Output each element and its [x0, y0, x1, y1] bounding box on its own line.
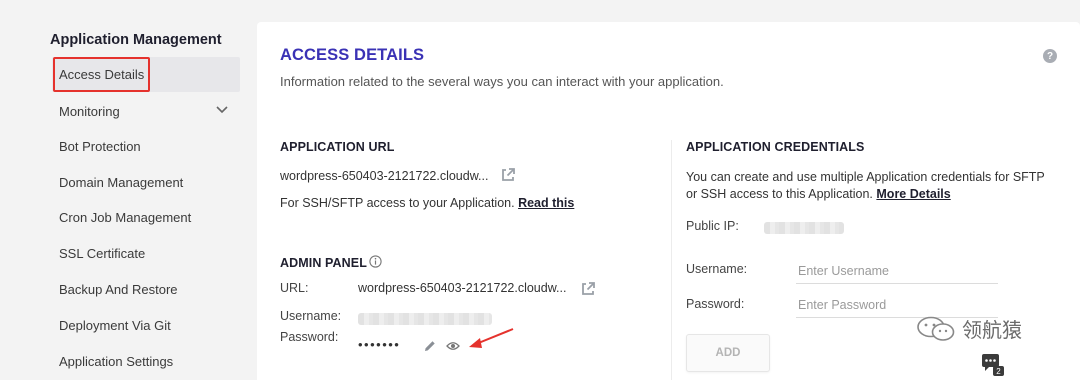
external-link-icon[interactable] [580, 281, 596, 297]
sidebar-item-application-settings[interactable]: Application Settings [52, 344, 240, 379]
sidebar-item-bot-protection[interactable]: Bot Protection [52, 129, 240, 164]
sidebar-item-monitoring[interactable]: Monitoring [52, 94, 240, 129]
credentials-description-text: or SSH access to this Application. [686, 187, 873, 201]
eye-icon[interactable] [446, 341, 460, 351]
external-link-icon[interactable] [500, 167, 516, 183]
sidebar-item-label: Domain Management [59, 175, 184, 190]
admin-url-label: URL: [280, 281, 309, 295]
sidebar-item-label: Monitoring [59, 104, 120, 119]
read-this-link[interactable]: Read this [518, 196, 574, 210]
sidebar: Application Management Access Details Mo… [0, 0, 250, 380]
username-input[interactable] [796, 258, 998, 284]
sidebar-heading: Application Management [50, 32, 222, 48]
sidebar-item-label: Application Settings [59, 354, 174, 369]
column-divider [671, 140, 672, 380]
sidebar-item-label: Deployment Via Git [59, 318, 171, 333]
sidebar-item-cron-job-management[interactable]: Cron Job Management [52, 200, 240, 235]
sidebar-item-ssl-certificate[interactable]: SSL Certificate [52, 236, 240, 271]
info-icon[interactable] [369, 255, 382, 268]
cred-username-label: Username: [686, 262, 748, 276]
admin-url-link[interactable]: wordpress-650403-2121722.cloudw... [358, 281, 566, 295]
sidebar-item-label: Cron Job Management [59, 210, 192, 225]
public-ip-label: Public IP: [686, 219, 739, 233]
sidebar-item-domain-management[interactable]: Domain Management [52, 165, 240, 200]
application-url-title: APPLICATION URL [280, 140, 395, 154]
admin-panel-title: ADMIN PANEL [280, 256, 367, 270]
cred-password-label: Password: [686, 297, 745, 311]
credentials-description-1: You can create and use multiple Applicat… [686, 170, 1045, 184]
sidebar-item-label: Backup And Restore [59, 282, 178, 297]
sidebar-item-deployment-via-git[interactable]: Deployment Via Git [52, 308, 240, 343]
page-subtitle: Information related to the several ways … [280, 74, 724, 89]
admin-password-mask: ••••••• [358, 337, 401, 352]
admin-password-label: Password: [280, 330, 339, 344]
add-button[interactable]: ADD [686, 334, 770, 372]
chat-badge-icon[interactable]: 2 [981, 353, 1005, 377]
blurred-public-ip [764, 222, 844, 234]
blurred-username [358, 313, 492, 325]
sidebar-item-label: Bot Protection [59, 139, 141, 154]
watermark: 领航猿 [916, 314, 1022, 343]
pencil-icon[interactable] [424, 340, 436, 352]
chat-badge-count: 2 [996, 367, 1001, 376]
wechat-icon [917, 316, 955, 341]
application-url-link[interactable]: wordpress-650403-2121722.cloudw... [280, 169, 488, 183]
more-details-link[interactable]: More Details [876, 187, 950, 201]
annotation-arrow [469, 328, 514, 348]
admin-username-label: Username: [280, 309, 342, 323]
highlight-box [53, 57, 150, 92]
credentials-title: APPLICATION CREDENTIALS [686, 140, 865, 154]
sidebar-item-backup-and-restore[interactable]: Backup And Restore [52, 272, 240, 307]
ssh-note: For SSH/SFTP access to your Application.… [280, 196, 574, 210]
help-icon[interactable]: ? [1043, 49, 1057, 63]
ssh-note-text: For SSH/SFTP access to your Application. [280, 196, 515, 210]
page-title: ACCESS DETAILS [280, 46, 425, 64]
sidebar-item-label: SSL Certificate [59, 246, 146, 261]
chevron-down-icon[interactable] [216, 106, 228, 114]
watermark-text: 领航猿 [962, 318, 1022, 342]
credentials-description-2: or SSH access to this Application. More … [686, 187, 951, 201]
